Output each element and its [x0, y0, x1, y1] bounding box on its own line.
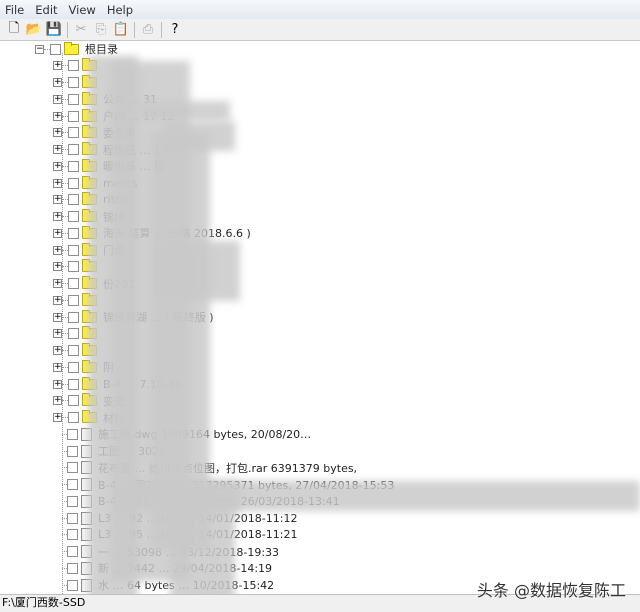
expand-icon[interactable]: +: [53, 178, 62, 188]
blur-overlay: [205, 501, 235, 594]
root-label: 根目录: [85, 43, 118, 56]
folder-icon: [64, 41, 79, 55]
expand-icon[interactable]: +: [53, 413, 62, 422]
expand-icon[interactable]: +: [53, 346, 62, 355]
print-icon[interactable]: ⎙: [138, 21, 158, 39]
checkbox[interactable]: [68, 211, 79, 222]
expand-icon[interactable]: +: [53, 245, 62, 255]
checkbox[interactable]: [68, 328, 79, 340]
menu-file[interactable]: File: [0, 3, 30, 17]
collapse-icon[interactable]: −: [35, 44, 44, 54]
checkbox[interactable]: [68, 294, 79, 306]
paste-icon[interactable]: 📋: [111, 21, 131, 39]
checkbox[interactable]: [68, 261, 79, 273]
checkbox[interactable]: [67, 579, 78, 591]
checkbox[interactable]: [68, 160, 79, 172]
menu-edit[interactable]: Edit: [30, 3, 63, 17]
menu-view[interactable]: View: [64, 3, 102, 17]
checkbox[interactable]: [67, 428, 78, 440]
checkbox[interactable]: [67, 462, 78, 474]
checkbox[interactable]: [68, 412, 79, 423]
expand-icon[interactable]: +: [53, 145, 62, 154]
expand-icon[interactable]: +: [53, 312, 62, 322]
checkbox[interactable]: [68, 227, 79, 239]
checkbox[interactable]: [68, 144, 79, 155]
checkbox[interactable]: [68, 127, 79, 139]
toolbar-separator: [134, 21, 135, 38]
checkbox[interactable]: [68, 378, 79, 390]
expand-icon[interactable]: +: [53, 329, 62, 339]
expand-icon[interactable]: +: [53, 161, 62, 171]
checkbox[interactable]: [68, 395, 79, 407]
checkbox[interactable]: [67, 546, 78, 557]
expand-icon[interactable]: +: [53, 61, 62, 71]
new-file-icon[interactable]: 🗋: [4, 21, 24, 39]
expand-icon[interactable]: +: [53, 111, 62, 121]
checkbox[interactable]: [68, 278, 79, 289]
expand-icon[interactable]: +: [53, 94, 62, 104]
expand-icon[interactable]: +: [53, 279, 62, 288]
tree-root[interactable]: − 根目录: [35, 41, 118, 57]
checkbox[interactable]: [68, 345, 79, 356]
checkbox[interactable]: [67, 495, 78, 507]
expand-icon[interactable]: +: [53, 362, 62, 372]
toolbar-separator: [67, 21, 68, 38]
expand-icon[interactable]: +: [53, 195, 62, 205]
open-folder-icon[interactable]: 📂: [24, 21, 44, 39]
expand-icon[interactable]: +: [53, 78, 62, 87]
checkbox[interactable]: [67, 445, 78, 457]
blur-overlay: [140, 101, 230, 121]
expand-icon[interactable]: +: [53, 295, 62, 305]
save-icon[interactable]: 💾: [44, 21, 64, 39]
checkbox[interactable]: [68, 60, 79, 72]
toolbar: 🗋 📂 💾 ✂ ⎘ 📋 ⎙?: [0, 19, 640, 41]
menu-help[interactable]: Help: [102, 3, 139, 17]
status-path: F:\厦门西数-SSD: [2, 596, 86, 609]
folder-tree[interactable]: − 根目录 +++公共 … 31+户内 … 17 12+委会审+程图纸 … 1+…: [0, 41, 640, 594]
checkbox[interactable]: [67, 529, 78, 541]
expand-icon[interactable]: +: [53, 379, 62, 389]
blur-overlay: [170, 501, 210, 594]
expand-icon[interactable]: +: [53, 212, 62, 221]
checkbox[interactable]: [68, 194, 79, 206]
blur-overlay: [120, 481, 240, 511]
copy-icon[interactable]: ⎘: [91, 21, 111, 39]
blur-overlay: [190, 481, 640, 511]
toolbar-separator: [161, 21, 162, 38]
expand-icon[interactable]: +: [53, 128, 62, 138]
expand-icon[interactable]: +: [53, 262, 62, 272]
cut-icon[interactable]: ✂: [71, 21, 91, 39]
checkbox[interactable]: [68, 77, 79, 88]
checkbox[interactable]: [68, 177, 79, 189]
checkbox[interactable]: [67, 479, 78, 490]
blur-overlay: [160, 241, 240, 301]
checkbox[interactable]: [68, 110, 79, 122]
expand-icon[interactable]: +: [53, 228, 62, 238]
checkbox[interactable]: [67, 512, 78, 524]
help-icon[interactable]: ?: [165, 21, 185, 39]
checkbox[interactable]: [68, 361, 79, 373]
checkbox[interactable]: [68, 244, 79, 256]
watermark: 头条 @数据恢复陈工: [476, 581, 626, 600]
checkbox[interactable]: [50, 43, 61, 55]
expand-icon[interactable]: +: [53, 396, 62, 406]
checkbox[interactable]: [68, 93, 79, 105]
menu-bar: File Edit View Help: [0, 0, 640, 20]
checkbox[interactable]: [68, 311, 79, 323]
checkbox[interactable]: [67, 562, 78, 574]
